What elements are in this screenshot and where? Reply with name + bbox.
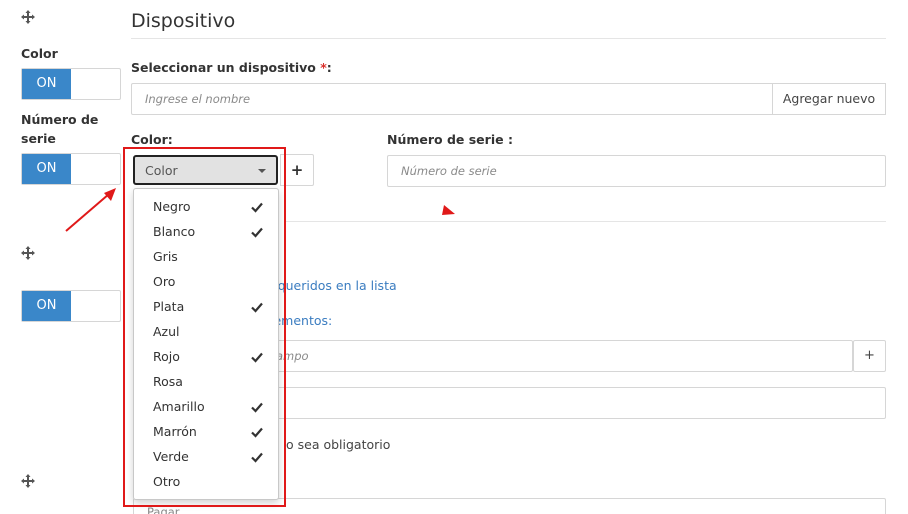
move-handle-icon[interactable] (20, 473, 36, 489)
serial-field-label: Número de serie : (387, 132, 513, 147)
move-handle-icon[interactable] (20, 245, 36, 261)
add-element-button[interactable]: + (853, 340, 886, 372)
toggle-off-area (71, 291, 120, 321)
optional-field-text: o sea obligatorio (286, 437, 391, 452)
serial-number-placeholder: Número de serie (401, 164, 497, 178)
highlight-frame (123, 147, 286, 507)
move-handle-icon[interactable] (20, 9, 36, 25)
color-field-label: Color: (131, 132, 173, 147)
toggle-off-area (71, 69, 120, 99)
toggle-on-label: ON (22, 291, 71, 321)
cursor-arrow-fragment (442, 205, 455, 215)
device-label-suffix: : (326, 60, 332, 75)
add-new-device-button[interactable]: Agregar nuevo (772, 83, 886, 115)
serial-number-input[interactable]: Número de serie (387, 155, 886, 187)
section-divider (131, 38, 886, 39)
serial-toggle-label-line1: Número de (21, 112, 99, 127)
device-input[interactable]: Ingrese el nombre Agregar nuevo (131, 83, 886, 115)
color-toggle-label: Color (21, 46, 58, 61)
device-label-text: Seleccionar un dispositivo (131, 60, 316, 75)
toggle-on-label: ON (22, 69, 71, 99)
section-divider (285, 221, 886, 222)
serial-toggle[interactable]: ON (21, 153, 121, 185)
toggle-on-label: ON (22, 154, 71, 184)
device-label: Seleccionar un dispositivo *: (131, 60, 332, 75)
section-title: Dispositivo (131, 10, 236, 32)
serial-toggle-label-line2: serie (21, 131, 56, 146)
required-toggle[interactable]: ON (21, 290, 121, 322)
device-input-placeholder: Ingrese el nombre (145, 92, 251, 106)
annotation-arrow-icon (65, 188, 116, 232)
color-toggle[interactable]: ON (21, 68, 121, 100)
required-list-link[interactable]: equeridos en la lista (270, 278, 397, 293)
toggle-off-area (71, 154, 120, 184)
